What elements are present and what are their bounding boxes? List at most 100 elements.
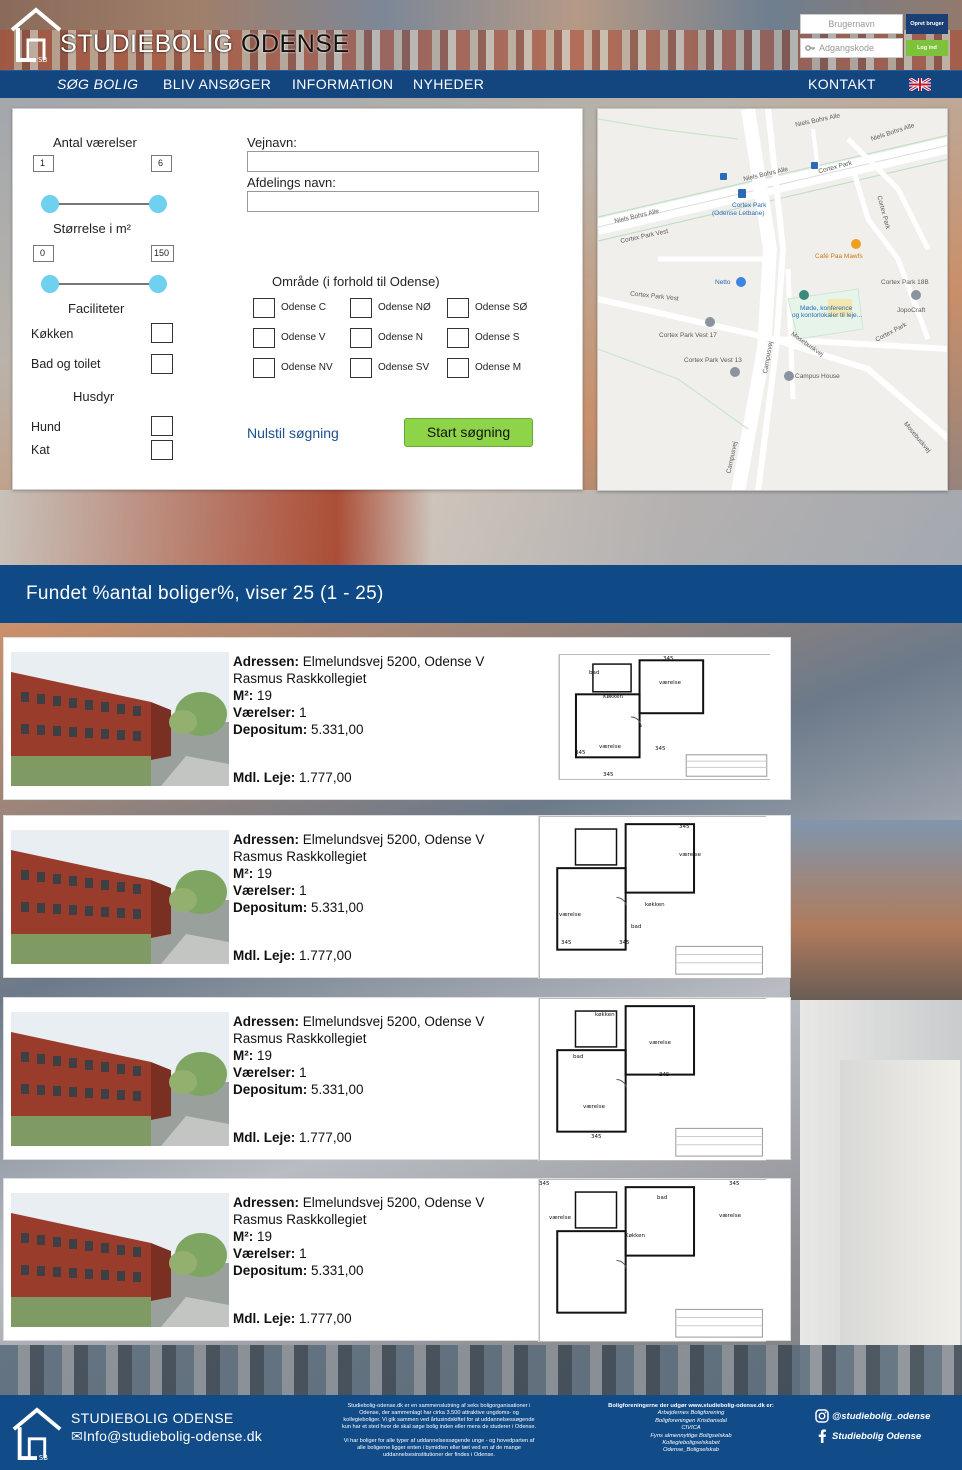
start-search-button[interactable]: Start søgning (404, 418, 533, 447)
listing-address[interactable]: Elmelundsvej 5200, Odense V (303, 1014, 485, 1029)
logo-icon[interactable]: SB (8, 4, 64, 66)
listing-address[interactable]: Elmelundsvej 5200, Odense V (303, 832, 485, 847)
facebook-icon[interactable] (817, 1429, 827, 1443)
footer-org-link[interactable]: Kollegieboligselskabet (576, 1440, 806, 1447)
bathroom-checkbox[interactable] (151, 354, 173, 374)
rooms-slider-max-handle[interactable] (149, 195, 167, 213)
listing-photo[interactable] (11, 830, 229, 964)
street-input[interactable] (247, 151, 539, 172)
rooms-max-input[interactable]: 6 (151, 155, 172, 172)
footer-about-line (308, 1431, 570, 1438)
building-photo-image (11, 1193, 229, 1327)
floor-plan[interactable]: 345 bad Køkken værelse værelse 345 345 345 (558, 654, 770, 780)
reset-search-link[interactable]: Nulstil søgning (247, 425, 339, 441)
area-checkbox-odense-m[interactable] (447, 358, 469, 378)
facebook-link[interactable]: Studiebolig Odense (832, 1431, 921, 1442)
instagram-link[interactable]: @studiebolig_odense (832, 1411, 930, 1422)
floor-plan-label: bad (573, 1054, 584, 1060)
floor-plan-label: værelse (599, 744, 621, 750)
footer-about-line: kollegieboliger. Vi gik sammen ved årtus… (343, 1417, 535, 1423)
nav-item-news[interactable]: NYHEDER (413, 76, 484, 92)
cat-checkbox[interactable] (151, 440, 173, 460)
footer-org-link[interactable]: Arbejdernes Boligforening (576, 1410, 806, 1417)
nav-item-contact[interactable]: KONTAKT (808, 76, 876, 92)
kitchen-checkbox[interactable] (151, 323, 173, 343)
floor-plan-label: værelse (583, 1104, 605, 1110)
password-placeholder: Adgangskode (819, 43, 875, 53)
listing-name: Rasmus Raskkollegiet (233, 1031, 367, 1046)
area-checkbox-odense-s[interactable] (447, 328, 469, 348)
address-label: Adressen: (233, 654, 300, 669)
nav-item-apply[interactable]: BLIV ANSØGER (163, 76, 271, 92)
nav-item-search[interactable]: SØG BOLIG (57, 76, 138, 92)
listing-photo[interactable] (11, 1193, 229, 1327)
department-input[interactable] (247, 191, 539, 212)
size-max-input[interactable]: 150 (151, 245, 174, 262)
size-min-input[interactable]: 0 (33, 245, 54, 262)
area-label-odense-c: Odense C (281, 302, 327, 313)
listing-details: Adressen: Elmelundsvej 5200, Odense V Ra… (233, 1194, 484, 1279)
floor-plan-label: 345 (659, 1072, 670, 1078)
listing-photo[interactable] (11, 1012, 229, 1146)
listing-rooms-row: Værelser: 1 (233, 1245, 484, 1262)
floor-plan-label: 345 (575, 750, 586, 756)
dog-checkbox[interactable] (151, 416, 173, 436)
floor-plan[interactable]: 345 345 bad værelse værelse Køkken (538, 1179, 766, 1342)
site-title[interactable]: STUDIEBOLIG ODENSE (60, 30, 350, 59)
area-label-odense-no: Odense NØ (378, 302, 431, 313)
area-checkbox-odense-n[interactable] (350, 328, 372, 348)
site-header: SB STUDIEBOLIG ODENSE Brugernavn Adgangs… (0, 0, 962, 70)
area-checkbox-odense-so[interactable] (447, 298, 469, 318)
size-slider-max-handle[interactable] (149, 275, 167, 293)
nav-item-information[interactable]: INFORMATION (292, 76, 393, 92)
footer-about-line: kun har et sted hvor de skal søge bolig … (341, 1424, 537, 1430)
area-checkbox-odense-sv[interactable] (350, 358, 372, 378)
uk-flag-icon[interactable] (909, 78, 931, 91)
listing-deposit-row: Depositum: 5.331,00 (233, 721, 484, 738)
listing-deposit-row: Depositum: 5.331,00 (233, 1262, 484, 1279)
floor-plan-drawing (539, 816, 766, 979)
listing-size-row: M²: 19 (233, 865, 484, 882)
footer-org-link[interactable]: Fyns almennyttige Boligselskab (576, 1433, 806, 1440)
kitchen-label: Køkken (31, 327, 74, 341)
footer-logo-icon[interactable]: SB (10, 1403, 64, 1465)
listing-photo[interactable] (11, 652, 229, 786)
rooms-min-input[interactable]: 1 (33, 155, 54, 172)
footer-org-link[interactable]: Odense_Boligselskab (576, 1447, 806, 1454)
listing-card[interactable]: Adressen: Elmelundsvej 5200, Odense V Ra… (3, 1178, 791, 1342)
instagram-icon[interactable] (815, 1409, 829, 1423)
tram-stop-icon (720, 162, 818, 180)
listing-rooms: 1 (299, 883, 307, 898)
area-checkbox-odense-nv[interactable] (253, 358, 275, 378)
footer-org-link[interactable]: CIVICA (576, 1425, 806, 1432)
size-slider-min-handle[interactable] (41, 275, 59, 293)
listing-size: 19 (257, 866, 273, 881)
listing-card[interactable]: Adressen: Elmelundsvej 5200, Odense V Ra… (3, 637, 791, 800)
floor-plan[interactable]: 345 værelse køkken værelse bad 345 345 (538, 816, 766, 979)
password-input[interactable]: Adgangskode (800, 38, 903, 58)
floor-plan-label: Køkken (625, 1233, 646, 1239)
login-button[interactable]: Log ind (906, 40, 948, 56)
area-checkbox-odense-c[interactable] (253, 298, 275, 318)
listing-address[interactable]: Elmelundsvej 5200, Odense V (303, 1195, 485, 1210)
footer-org-link[interactable]: Boligforeningen Kristiansdal (576, 1418, 806, 1425)
floor-plan-label: værelse (559, 912, 581, 918)
area-checkbox-odense-no[interactable] (350, 298, 372, 318)
username-input[interactable]: Brugernavn (800, 14, 903, 34)
map[interactable]: Niels Bohrs Alle Niels Bohrs Alle Niels … (597, 108, 948, 491)
area-label-odense-s: Odense S (475, 332, 520, 343)
listing-deposit: 5.331,00 (311, 1082, 364, 1097)
listing-size: 19 (257, 1229, 273, 1244)
listing-card[interactable]: Adressen: Elmelundsvej 5200, Odense V Ra… (3, 997, 791, 1161)
floor-plan-label: værelse (649, 1040, 671, 1046)
listing-deposit: 5.331,00 (311, 1263, 364, 1278)
rooms-slider-min-handle[interactable] (41, 195, 59, 213)
footer-about-line: Studiebolig-odense.dk er en sammenslutni… (347, 1403, 531, 1409)
floor-plan[interactable]: køkken værelse bad værelse 345 345 (538, 998, 766, 1161)
area-checkbox-odense-v[interactable] (253, 328, 275, 348)
footer-email-link[interactable]: ✉Info@studiebolig-odense.dk (71, 1428, 262, 1445)
floor-plan-label: bad (631, 924, 642, 930)
listing-card[interactable]: Adressen: Elmelundsvej 5200, Odense V Ra… (3, 815, 791, 979)
listing-address[interactable]: Elmelundsvej 5200, Odense V (303, 654, 485, 669)
create-user-button[interactable]: Opret bruger (906, 14, 948, 34)
